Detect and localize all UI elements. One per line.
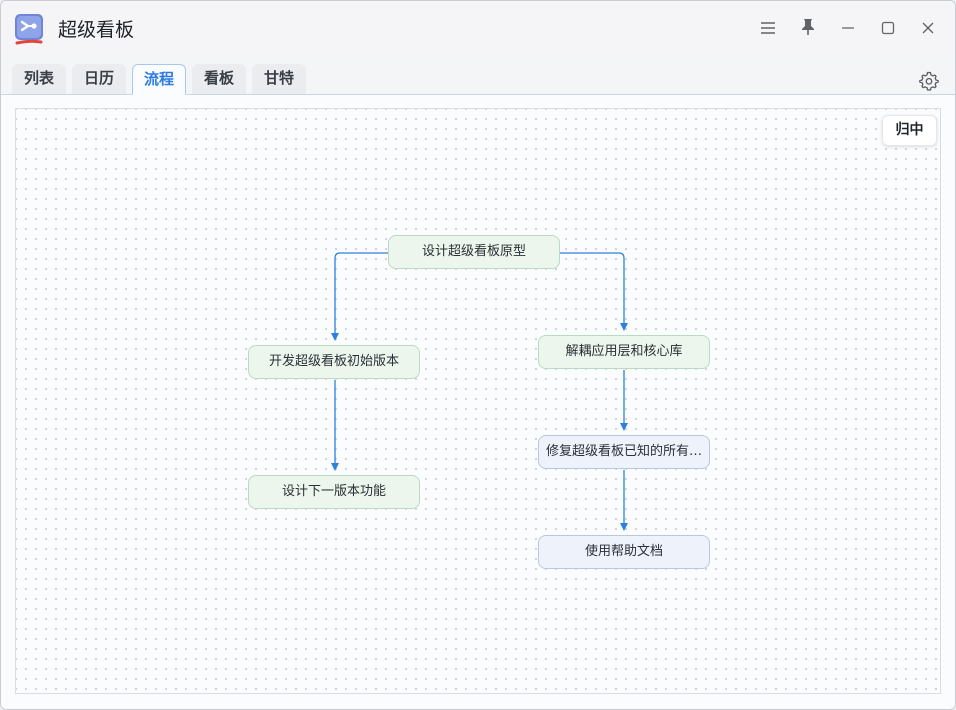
pin-button[interactable] bbox=[794, 15, 822, 43]
content-area: 设计超级看板原型 开发超级看板初始版本 解耦应用层和核心库 设计下一版本功能 修… bbox=[1, 95, 955, 709]
close-button[interactable] bbox=[914, 15, 942, 43]
minimize-button[interactable] bbox=[834, 15, 862, 43]
tab-gantt[interactable]: 甘特 bbox=[252, 64, 306, 94]
menu-button[interactable] bbox=[754, 15, 782, 43]
tab-flow[interactable]: 流程 bbox=[132, 64, 186, 95]
maximize-icon bbox=[881, 20, 895, 39]
flow-edges bbox=[331, 252, 628, 531]
gear-icon bbox=[918, 71, 940, 96]
edge-n1-n2 bbox=[331, 252, 388, 341]
flow-canvas[interactable]: 设计超级看板原型 开发超级看板初始版本 解耦应用层和核心库 设计下一版本功能 修… bbox=[15, 108, 941, 694]
tab-list[interactable]: 列表 bbox=[12, 64, 66, 94]
edge-n1-n3 bbox=[560, 252, 628, 331]
tab-calendar[interactable]: 日历 bbox=[72, 64, 126, 94]
menu-icon bbox=[760, 20, 776, 39]
settings-button[interactable] bbox=[918, 70, 940, 92]
flow-node[interactable]: 修复超级看板已知的所有… bbox=[538, 435, 710, 469]
flow-node[interactable]: 设计下一版本功能 bbox=[248, 475, 420, 509]
flow-node[interactable]: 解耦应用层和核心库 bbox=[538, 335, 710, 369]
window-title: 超级看板 bbox=[58, 19, 135, 41]
minimize-icon bbox=[841, 20, 855, 39]
view-tab-bar: 列表 日历 流程 看板 甘特 bbox=[1, 58, 955, 95]
maximize-button[interactable] bbox=[874, 15, 902, 43]
app-window: 超级看板 列表 日历 流程 看板 甘特 设计超级看板原型 开发超级看板初始版本 … bbox=[0, 0, 956, 710]
tab-kanban[interactable]: 看板 bbox=[192, 64, 246, 94]
close-icon bbox=[921, 20, 935, 39]
kanban-app-icon bbox=[13, 13, 45, 45]
flow-node[interactable]: 开发超级看板初始版本 bbox=[248, 345, 420, 379]
pin-icon bbox=[801, 18, 815, 40]
flow-node[interactable]: 设计超级看板原型 bbox=[388, 235, 560, 269]
recenter-button[interactable]: 归中 bbox=[882, 115, 937, 146]
title-bar: 超级看板 bbox=[1, 1, 955, 58]
flow-node[interactable]: 使用帮助文档 bbox=[538, 535, 710, 569]
